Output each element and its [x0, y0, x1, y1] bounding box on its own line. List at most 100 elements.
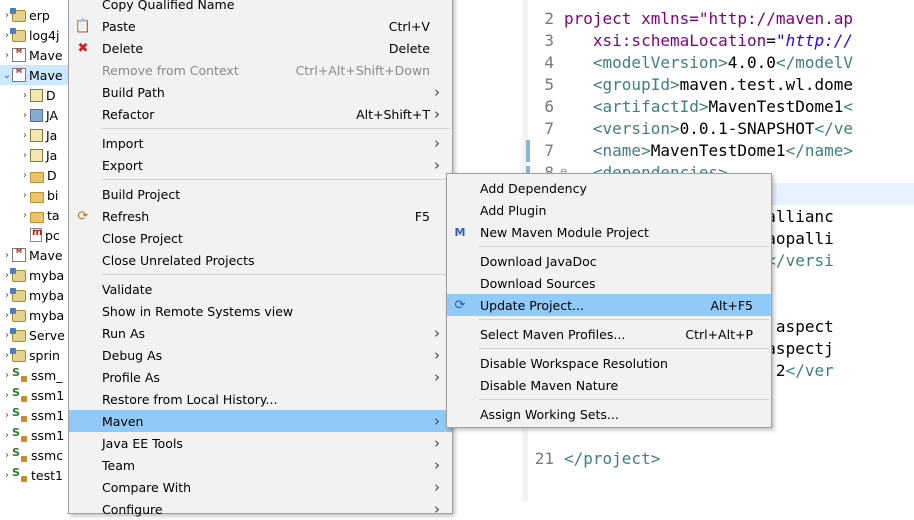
- expand-toggle-icon[interactable]: ›: [20, 170, 30, 181]
- submenu-arrow-icon: ›: [434, 478, 440, 496]
- menu-item-label: Team: [102, 457, 136, 473]
- expand-toggle-icon[interactable]: ›: [2, 410, 12, 421]
- menu-item-validate[interactable]: Validate: [69, 278, 452, 300]
- tree-item[interactable]: › M Mave: [0, 245, 70, 265]
- menu-item-label: Select Maven Profiles...: [480, 326, 626, 342]
- submenu-arrow-icon: ›: [434, 456, 440, 474]
- menu-item-run-as[interactable]: Run As ›: [69, 322, 452, 344]
- menu-item-import[interactable]: Import ›: [69, 132, 452, 154]
- menu-item-export[interactable]: Export ›: [69, 154, 452, 176]
- menu-item-build-path[interactable]: Build Path ›: [69, 81, 452, 103]
- menu-item-team[interactable]: Team ›: [69, 454, 452, 476]
- menu-item-select-maven-profiles[interactable]: Select Maven Profiles... Ctrl+Alt+P: [447, 323, 771, 345]
- tree-item[interactable]: › D: [0, 85, 70, 105]
- menu-item-label: Validate: [102, 281, 153, 297]
- expand-toggle-icon[interactable]: ⌄: [2, 70, 12, 81]
- tree-item[interactable]: › erp: [0, 5, 70, 25]
- refresh-icon: ⟳: [77, 208, 89, 224]
- tree-item[interactable]: pc: [0, 225, 70, 245]
- tree-item[interactable]: › test1: [0, 465, 70, 485]
- expand-toggle-icon[interactable]: ›: [2, 470, 12, 481]
- tree-item-label: D: [47, 167, 57, 183]
- ssm-project-icon: [12, 446, 28, 463]
- menu-item-update-project[interactable]: ⟳ Update Project... Alt+F5: [447, 294, 771, 316]
- menu-item-download-sources[interactable]: Download Sources: [447, 272, 771, 294]
- expand-toggle-icon[interactable]: ›: [20, 90, 30, 101]
- project-icon: [10, 288, 26, 302]
- menu-item-add-dependency[interactable]: Add Dependency: [447, 177, 771, 199]
- menu-item-label: Close Project: [102, 230, 183, 246]
- tree-item[interactable]: › M Mave: [0, 45, 70, 65]
- menu-item-disable-maven-nature[interactable]: Disable Maven Nature: [447, 374, 771, 396]
- code-token: </ver: [785, 360, 834, 380]
- code-line: 3 xsi:schemaLocation = "http://: [528, 29, 914, 51]
- tree-item[interactable]: › ta: [0, 205, 70, 225]
- expand-toggle-icon[interactable]: ›: [2, 450, 12, 461]
- menu-item-profile-as[interactable]: Profile As ›: [69, 366, 452, 388]
- tree-item[interactable]: › ssm1: [0, 425, 70, 445]
- menu-item-build-project[interactable]: Build Project: [69, 183, 452, 205]
- menu-item-download-javadoc[interactable]: Download JavaDoc: [447, 250, 771, 272]
- code-token: </ve: [814, 118, 853, 138]
- line-number: 7: [544, 140, 554, 160]
- menu-item-add-plugin[interactable]: Add Plugin: [447, 199, 771, 221]
- expand-toggle-icon[interactable]: ›: [2, 50, 12, 61]
- expand-toggle-icon[interactable]: ›: [2, 430, 12, 441]
- tree-item[interactable]: ⌄ M Mave: [0, 65, 70, 85]
- tree-item[interactable]: › D: [0, 165, 70, 185]
- menu-item-close-unrelated-projects[interactable]: Close Unrelated Projects: [69, 249, 452, 271]
- menu-item-maven[interactable]: Maven ›: [69, 410, 452, 432]
- expand-toggle-icon[interactable]: ›: [2, 390, 12, 401]
- expand-toggle-icon[interactable]: ›: [20, 210, 30, 221]
- code-line: 21 </project>: [528, 447, 914, 469]
- menu-item-label: Configure: [102, 501, 163, 517]
- project-icon: [10, 308, 26, 322]
- menu-item-close-project[interactable]: Close Project: [69, 227, 452, 249]
- tree-item[interactable]: › Serve: [0, 325, 70, 345]
- tree-item[interactable]: › Ja: [0, 145, 70, 165]
- menu-item-disable-workspace-resolution[interactable]: Disable Workspace Resolution: [447, 352, 771, 374]
- tree-item-label: JA: [46, 107, 59, 123]
- menu-item-delete[interactable]: ✖ Delete Delete: [69, 37, 452, 59]
- tree-item[interactable]: › ssm1: [0, 385, 70, 405]
- tree-item[interactable]: › ssmc: [0, 445, 70, 465]
- menu-item-shortcut: Ctrl+V: [388, 18, 430, 34]
- tree-item[interactable]: › ssm1: [0, 405, 70, 425]
- menu-item-debug-as[interactable]: Debug As ›: [69, 344, 452, 366]
- menu-item-java-ee-tools[interactable]: Java EE Tools ›: [69, 432, 452, 454]
- tree-item[interactable]: › myba: [0, 265, 70, 285]
- menu-item-restore-from-local-history[interactable]: Restore from Local History...: [69, 388, 452, 410]
- expand-toggle-icon[interactable]: ›: [20, 130, 30, 141]
- expand-toggle-icon[interactable]: ›: [2, 250, 12, 261]
- expand-toggle-icon[interactable]: ›: [20, 150, 30, 161]
- menu-item-compare-with[interactable]: Compare With ›: [69, 476, 452, 498]
- tree-item[interactable]: › JA: [0, 105, 70, 125]
- menu-item-configure[interactable]: Configure ›: [69, 498, 452, 520]
- menu-item-copy-qualified-name[interactable]: Copy Qualified Name: [69, 0, 452, 15]
- menu-item-new-maven-module-project[interactable]: M New Maven Module Project: [447, 221, 771, 243]
- update-project-icon: ⟳: [454, 297, 466, 313]
- tree-item-label: Mave: [29, 47, 63, 63]
- menu-item-refresh[interactable]: ⟳ Refresh F5: [69, 205, 452, 227]
- tree-item[interactable]: › bi: [0, 185, 70, 205]
- expand-toggle-icon[interactable]: ›: [20, 110, 30, 121]
- menu-item-refactor[interactable]: Refactor Alt+Shift+T ›: [69, 103, 452, 125]
- menu-item-assign-working-sets[interactable]: Assign Working Sets...: [447, 403, 771, 425]
- code-token: <groupId>: [564, 74, 680, 94]
- project-icon: [10, 268, 26, 282]
- expand-toggle-icon[interactable]: ›: [2, 370, 12, 381]
- menu-item-show-in-remote-systems-view[interactable]: Show in Remote Systems view: [69, 300, 452, 322]
- expand-toggle-icon[interactable]: ›: [20, 190, 30, 201]
- ssm-project-icon: [12, 406, 28, 423]
- tree-item-label: test1: [31, 467, 63, 483]
- tree-item[interactable]: › sprin: [0, 345, 70, 365]
- tree-item[interactable]: › myba: [0, 305, 70, 325]
- menu-item-shortcut: Ctrl+Alt+Shift+Down: [295, 62, 430, 78]
- tree-item[interactable]: › log4j: [0, 25, 70, 45]
- tree-item[interactable]: › myba: [0, 285, 70, 305]
- code-token: aspectj: [766, 338, 834, 358]
- tree-item[interactable]: › ssm_: [0, 365, 70, 385]
- menu-item-paste[interactable]: 📋 Paste Ctrl+V: [69, 15, 452, 37]
- tree-item[interactable]: › Ja: [0, 125, 70, 145]
- code-token: xsi:schemaLocation: [564, 30, 767, 50]
